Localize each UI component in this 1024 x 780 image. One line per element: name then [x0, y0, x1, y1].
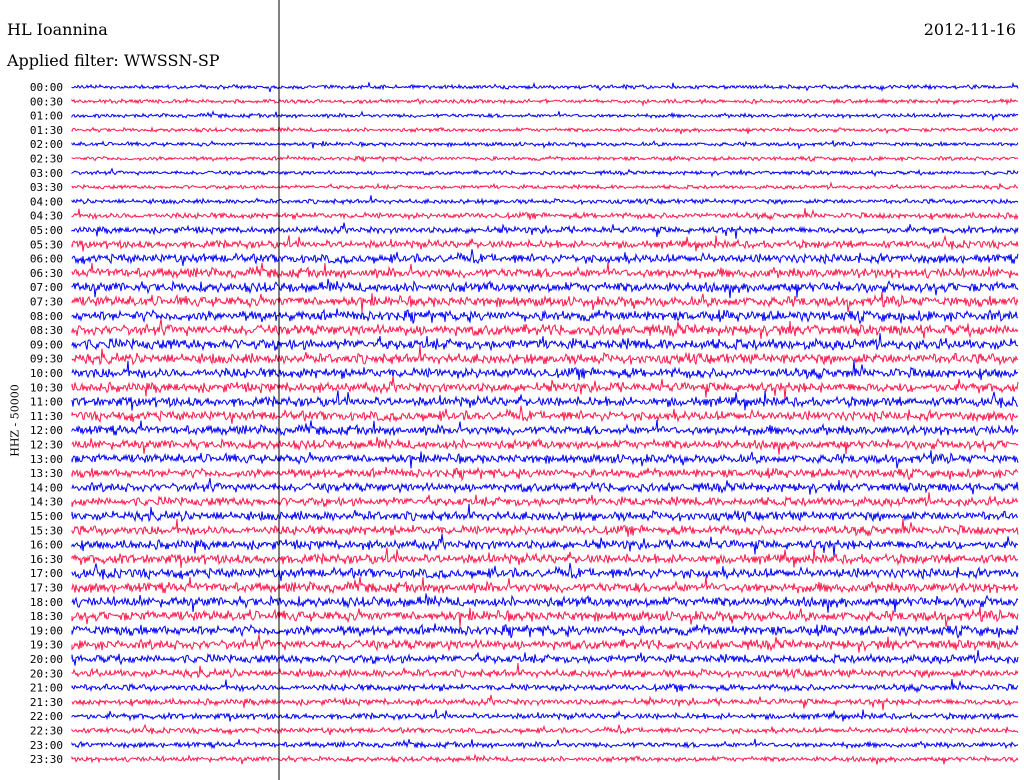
time-label: 18:00	[30, 596, 63, 609]
trace-row	[71, 390, 1018, 411]
trace-row	[71, 466, 1019, 482]
time-label: 18:30	[30, 610, 63, 623]
trace-row	[71, 344, 1019, 367]
time-label: 03:00	[30, 167, 63, 180]
time-label: 11:30	[30, 410, 63, 423]
time-label: 09:00	[30, 338, 63, 351]
trace-row	[71, 181, 1019, 191]
trace-row	[71, 723, 1019, 736]
time-label: 23:00	[30, 739, 63, 752]
time-label: 04:00	[30, 195, 63, 208]
time-label: 12:00	[30, 424, 63, 437]
time-label: 12:30	[30, 439, 63, 452]
helicorder-plot: 00:0000:30 01:0001:3002:00 02:3003:0003:30…	[30, 0, 1019, 780]
trace-row	[71, 318, 1019, 340]
trace-row	[71, 492, 1019, 508]
seismic-traces	[71, 81, 1019, 765]
time-label: 16:30	[30, 553, 63, 566]
trace-row	[71, 291, 1019, 313]
time-label: 20:00	[30, 653, 63, 666]
trace-row	[71, 606, 1019, 628]
trace-row	[71, 436, 1019, 455]
trace-row	[71, 125, 1019, 135]
time-label: 17:30	[30, 582, 63, 595]
time-label: 06:00	[30, 253, 63, 266]
time-label: 22:00	[30, 710, 63, 723]
trace-row	[71, 208, 1019, 221]
trace-row	[71, 140, 1019, 150]
time-label: 03:30	[30, 181, 63, 194]
time-label: 13:00	[30, 453, 63, 466]
time-label: 00:00	[30, 81, 63, 94]
trace-row	[71, 249, 1019, 266]
time-label: 02:00	[30, 138, 63, 151]
trace-row	[71, 262, 1019, 280]
time-labels: 00:0000:30 01:0001:3002:00 02:3003:0003:30…	[30, 81, 63, 766]
time-label: 06:30	[30, 267, 63, 280]
time-label: 05:30	[30, 238, 63, 251]
trace-row	[71, 534, 1019, 558]
time-label: 22:30	[30, 725, 63, 738]
time-label: 10:30	[30, 381, 63, 394]
trace-row	[71, 694, 1019, 711]
trace-row	[71, 419, 1019, 437]
trace-row	[71, 167, 1019, 178]
time-label: 08:00	[30, 310, 63, 323]
trace-row	[71, 649, 1019, 666]
trace-row	[71, 222, 1019, 239]
time-label: 13:30	[30, 467, 63, 480]
trace-row	[71, 308, 1019, 325]
time-label: 10:00	[30, 367, 63, 380]
trace-row	[71, 623, 1019, 639]
time-label: 08:30	[30, 324, 63, 337]
time-label: 15:00	[30, 510, 63, 523]
time-label: 09:30	[30, 353, 63, 366]
time-label: 07:00	[30, 281, 63, 294]
trace-row	[71, 562, 1019, 582]
trace-row	[71, 738, 1019, 750]
time-label: 19:00	[30, 624, 63, 637]
time-label: 02:30	[30, 153, 63, 166]
time-label: 15:30	[30, 524, 63, 537]
trace-row	[71, 679, 1019, 694]
time-label: 16:00	[30, 539, 63, 552]
trace-row	[71, 663, 1019, 680]
trace-row	[71, 195, 1019, 206]
trace-row	[71, 753, 1019, 765]
trace-row	[71, 278, 1019, 299]
time-label: 04:30	[30, 210, 63, 223]
time-label: 14:00	[30, 481, 63, 494]
time-label: 20:30	[30, 667, 63, 680]
time-label: 07:30	[30, 296, 63, 309]
trace-row	[71, 478, 1019, 495]
trace-row	[71, 81, 1019, 93]
trace-row	[71, 110, 1019, 122]
time-label: 17:00	[30, 567, 63, 580]
trace-row	[71, 547, 1019, 568]
time-label: 01:00	[30, 110, 63, 123]
trace-row	[71, 634, 1019, 653]
time-label: 14:30	[30, 496, 63, 509]
trace-row	[71, 154, 1019, 163]
trace-row	[71, 405, 1019, 424]
time-label: 01:30	[30, 124, 63, 137]
trace-row	[71, 709, 1019, 722]
trace-row	[71, 359, 1019, 381]
time-label: 11:00	[30, 396, 63, 409]
time-label: 19:30	[30, 639, 63, 652]
time-label: 05:00	[30, 224, 63, 237]
trace-row	[71, 518, 1019, 537]
trace-row	[71, 332, 1019, 352]
time-label: 23:30	[30, 753, 63, 766]
trace-row	[71, 376, 1019, 401]
trace-row	[71, 97, 1019, 107]
trace-row	[71, 234, 1019, 252]
time-label: 21:00	[30, 682, 63, 695]
trace-row	[71, 576, 1019, 595]
trace-row	[71, 450, 1019, 469]
trace-row	[71, 503, 1019, 523]
trace-row	[71, 593, 1019, 613]
time-label: 21:30	[30, 696, 63, 709]
time-label: 00:30	[30, 95, 63, 108]
